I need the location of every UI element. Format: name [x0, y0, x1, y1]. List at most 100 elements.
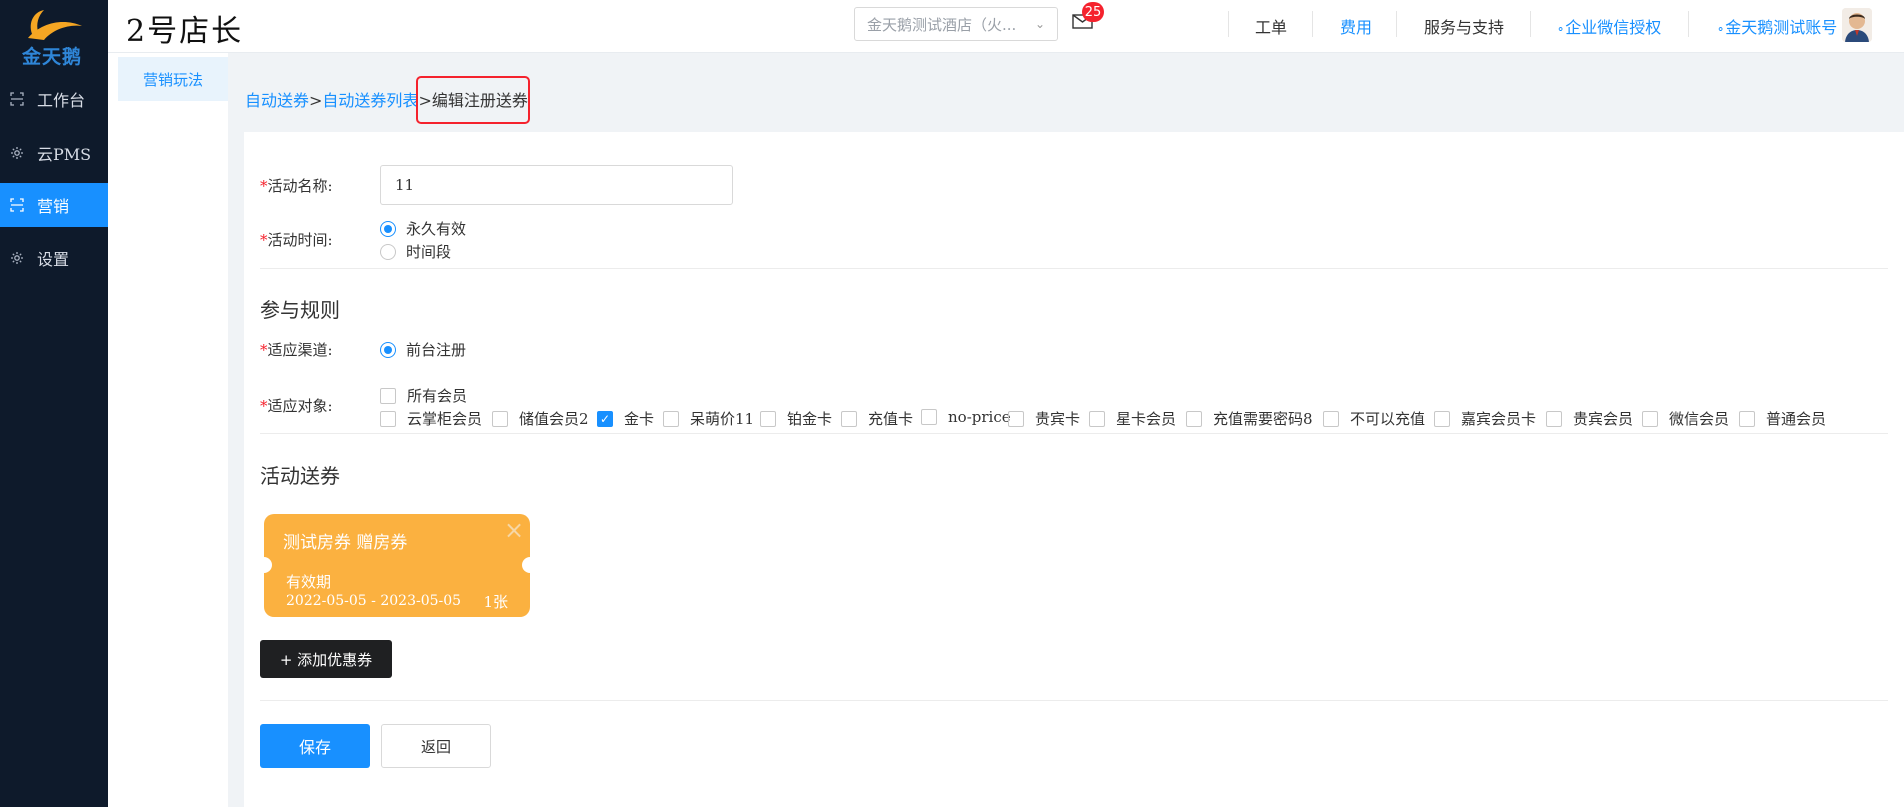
fee-link[interactable]: 费用 — [1340, 14, 1372, 38]
checkbox-label: no-price — [948, 408, 1011, 426]
section-divider — [260, 433, 1888, 434]
breadcrumb-separator: > — [309, 91, 323, 110]
sidebar-item-label: 云PMS — [37, 145, 92, 164]
checkbox-label: 所有会员 — [407, 387, 468, 405]
sidebar-item-label: 设置 — [37, 250, 70, 269]
wechat-auth-label: 企业微信授权 — [1565, 18, 1662, 37]
checkbox-box — [1739, 410, 1755, 427]
sidebar-item-cloud-pms[interactable]: 云PMS — [0, 131, 108, 175]
required-mark: * — [260, 231, 268, 249]
radio-time-period[interactable]: 时间段 — [380, 241, 451, 262]
sidebar-item-label: 营销 — [37, 197, 70, 216]
breadcrumb-auto-coupon[interactable]: 自动送券 — [245, 91, 309, 110]
checkbox-target[interactable]: 贵宾卡 — [1008, 408, 1080, 429]
coupon-card[interactable]: × 测试房券 赠房券 有效期 2022-05-05 - 2023-05-05 1… — [256, 514, 538, 617]
hotel-select-value: 金天鹅测试酒店（火... — [867, 15, 1017, 34]
activity-time-label: *活动时间: — [260, 229, 333, 250]
checkbox-label: 云掌柜会员 — [407, 410, 483, 428]
checkbox-target[interactable]: no-price — [921, 408, 1011, 426]
form-card — [244, 132, 1904, 807]
required-mark: * — [260, 341, 268, 359]
radio-dot — [380, 341, 396, 358]
checkbox-target[interactable]: 不可以充值 — [1323, 408, 1425, 429]
wechat-auth-link[interactable]: ⚬企业微信授权 — [1556, 14, 1661, 38]
checkbox-target[interactable]: 云掌柜会员 — [380, 408, 482, 429]
checkbox-box — [841, 410, 857, 427]
account-link[interactable]: ⚬金天鹅测试账号 — [1716, 14, 1837, 38]
checkbox-box — [1089, 410, 1105, 427]
checkbox-box — [1434, 410, 1450, 427]
mail-count-badge: 25 — [1082, 2, 1104, 22]
required-mark: * — [260, 397, 268, 415]
checkbox-label: 贵宾卡 — [1035, 410, 1081, 428]
section-divider — [260, 700, 1888, 701]
ticket-link[interactable]: 工单 — [1255, 14, 1287, 38]
breadcrumb-auto-coupon-list[interactable]: 自动送券列表 — [322, 91, 418, 110]
sidebar-item-workbench[interactable]: 工作台 — [0, 77, 108, 121]
checkbox-target[interactable]: 星卡会员 — [1089, 408, 1176, 429]
coupon-notch — [522, 557, 538, 573]
checkbox-target[interactable]: 储值会员2 — [492, 408, 589, 429]
checkbox-label: 呆萌价11 — [690, 410, 755, 428]
sidebar-item-label: 工作台 — [37, 91, 86, 110]
checkbox-box — [1008, 410, 1024, 427]
radio-label: 永久有效 — [406, 220, 467, 238]
check-icon: ✓ — [597, 410, 613, 427]
channel-label-text: 适应渠道: — [267, 341, 333, 359]
checkbox-target[interactable]: 嘉宾会员卡 — [1434, 408, 1536, 429]
left-sidebar: 金天鹅 工作台 云PMS 营销 设置 — [0, 0, 108, 807]
activity-name-input[interactable] — [380, 165, 733, 205]
checkbox-target-checked[interactable]: ✓ 金卡 — [597, 408, 654, 429]
checkbox-box — [1323, 410, 1339, 427]
checkbox-target[interactable]: 充值需要密码8 — [1186, 408, 1313, 429]
checkbox-target[interactable]: 微信会员 — [1642, 408, 1729, 429]
back-button[interactable]: 返回 — [381, 724, 491, 768]
gear-icon — [9, 250, 25, 266]
hotel-select[interactable]: 金天鹅测试酒店（火... ⌄ — [854, 7, 1058, 41]
support-link[interactable]: 服务与支持 — [1424, 14, 1504, 38]
checkbox-target[interactable]: 铂金卡 — [760, 408, 832, 429]
radio-label: 前台注册 — [406, 341, 467, 359]
checkbox-target[interactable]: 充值卡 — [841, 408, 913, 429]
user-icon: ⚬ — [1716, 23, 1726, 36]
checkbox-box — [492, 410, 508, 427]
coupon-validity-label: 有效期 — [286, 573, 332, 591]
chevron-down-icon: ⌄ — [1034, 17, 1045, 31]
checkbox-box — [1186, 410, 1202, 427]
header-divider — [1312, 11, 1313, 37]
checkbox-all-members[interactable]: 所有会员 — [380, 385, 467, 406]
save-button[interactable]: 保存 — [260, 724, 370, 768]
activity-time-label-text: 活动时间: — [267, 231, 333, 249]
checkbox-box — [1546, 410, 1562, 427]
radio-label: 时间段 — [406, 243, 452, 261]
coupon-name: 测试房券 赠房券 — [283, 533, 408, 553]
checkbox-label: 充值需要密码8 — [1213, 410, 1313, 428]
radio-permanent[interactable]: 永久有效 — [380, 218, 466, 239]
checkbox-box — [380, 387, 396, 404]
checkbox-target[interactable]: 普通会员 — [1739, 408, 1826, 429]
close-icon[interactable]: × — [504, 518, 524, 542]
avatar[interactable] — [1842, 8, 1872, 42]
checkbox-target[interactable]: 呆萌价11 — [663, 408, 754, 429]
header-divider — [1228, 11, 1229, 37]
checkbox-box — [380, 410, 396, 427]
secondary-menu: 营销玩法 — [108, 53, 228, 807]
target-label: *适应对象: — [260, 395, 333, 416]
checkbox-box — [1642, 410, 1658, 427]
target-label-text: 适应对象: — [267, 397, 333, 415]
checkbox-label: 星卡会员 — [1116, 410, 1177, 428]
section-divider — [260, 268, 1888, 269]
radio-front-desk-register[interactable]: 前台注册 — [380, 339, 466, 360]
submenu-item-marketing-play[interactable]: 营销玩法 — [118, 57, 228, 101]
add-coupon-button[interactable]: + 添加优惠券 — [260, 640, 392, 678]
checkbox-box — [663, 410, 679, 427]
logo-text: 金天鹅 — [22, 46, 83, 68]
checkbox-label: 充值卡 — [868, 410, 914, 428]
rules-section-title: 参与规则 — [260, 298, 340, 322]
sidebar-item-marketing[interactable]: 营销 — [0, 183, 108, 227]
activity-name-label-text: 活动名称: — [267, 177, 333, 195]
highlight-box — [416, 76, 530, 124]
scan-icon — [9, 197, 25, 213]
checkbox-target[interactable]: 贵宾会员 — [1546, 408, 1633, 429]
sidebar-item-settings[interactable]: 设置 — [0, 236, 108, 280]
